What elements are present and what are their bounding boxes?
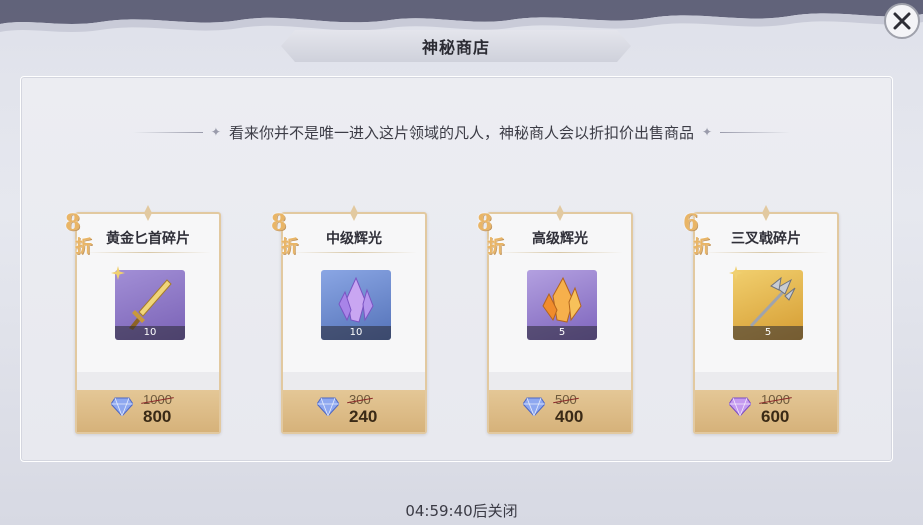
- divider-line: [85, 252, 211, 253]
- original-price: 500: [555, 392, 577, 407]
- divider-line: [720, 131, 791, 133]
- card-ornament-icon: [556, 205, 564, 221]
- close-button[interactable]: [884, 3, 920, 39]
- original-price: 1000: [761, 392, 790, 407]
- diamond-icon: [111, 397, 133, 416]
- item-icon-box: 5: [733, 270, 803, 340]
- price-bar[interactable]: 500 400: [489, 390, 631, 432]
- sparkle-icon: ✦: [702, 125, 713, 139]
- card-ornament-icon: [144, 205, 152, 221]
- item-quantity: 10: [321, 326, 391, 340]
- shop-item-card[interactable]: 8折 黄金匕首碎片 10 1000 800: [65, 205, 221, 434]
- original-price: 1000: [143, 392, 172, 407]
- price-bar[interactable]: 1000 800: [77, 390, 219, 432]
- item-quantity: 10: [115, 326, 185, 340]
- item-name: 黄金匕首碎片: [106, 231, 190, 247]
- item-name: 中级辉光: [326, 231, 382, 247]
- shop-item-card[interactable]: 6折 三叉戟碎片 5 1000 600: [683, 205, 839, 434]
- item-name: 高级辉光: [532, 231, 588, 247]
- discounted-price: 240: [349, 407, 378, 426]
- close-icon: [893, 12, 911, 30]
- item-quantity: 5: [527, 326, 597, 340]
- item-icon-box: 10: [321, 270, 391, 340]
- item-icon-box: 10: [115, 270, 185, 340]
- title-banner: 神秘商店: [281, 30, 631, 62]
- sparkle-icon: ✦: [210, 125, 221, 139]
- price-bar[interactable]: 300 240: [283, 390, 425, 432]
- item-name: 三叉戟碎片: [731, 231, 801, 247]
- shop-item-card[interactable]: 8折 中级辉光 10 300 240: [271, 205, 427, 434]
- discounted-price: 600: [761, 407, 790, 426]
- diamond-icon: [523, 397, 545, 416]
- rarity-star-icon: [111, 266, 125, 280]
- diamond-icon: [317, 397, 339, 416]
- discounted-price: 800: [143, 407, 172, 426]
- divider-line: [497, 252, 623, 253]
- original-price: 300: [349, 392, 371, 407]
- shop-description: 看来你并不是唯一进入这片领域的凡人，神秘商人会以折扣价出售商品: [228, 123, 694, 142]
- discounted-price: 400: [555, 407, 584, 426]
- rarity-star-icon: [729, 266, 743, 280]
- price-bar[interactable]: 1000 600: [695, 390, 837, 432]
- shop-close-timer: 04:59:40后关闭: [405, 502, 518, 520]
- card-ornament-icon: [762, 205, 770, 221]
- divider-line: [291, 252, 417, 253]
- divider-line: [132, 131, 203, 133]
- diamond-icon: [729, 397, 751, 416]
- card-ornament-icon: [350, 205, 358, 221]
- shop-item-card[interactable]: 8折 高级辉光 5 500 400: [477, 205, 633, 434]
- divider-line: [703, 252, 829, 253]
- page-title: 神秘商店: [421, 38, 490, 57]
- item-icon-box: 5: [527, 270, 597, 340]
- subtitle-row: ✦ 看来你并不是唯一进入这片领域的凡人，神秘商人会以折扣价出售商品 ✦: [0, 121, 923, 143]
- item-quantity: 5: [733, 326, 803, 340]
